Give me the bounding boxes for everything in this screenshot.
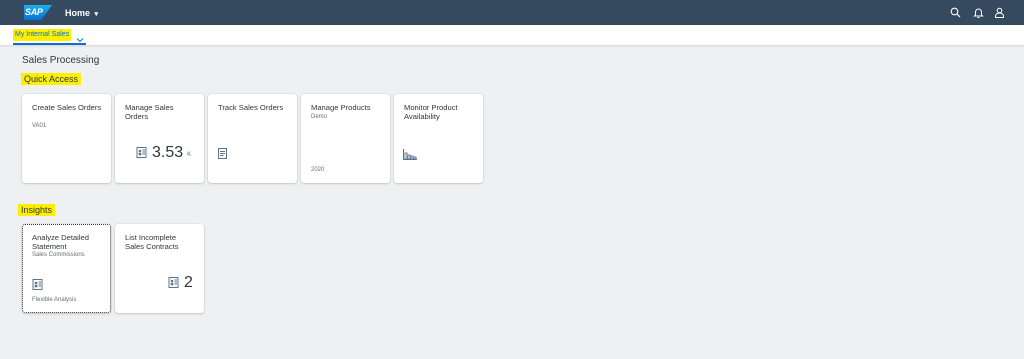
tile-footer: Flexible Analysis: [32, 297, 77, 303]
tile-subtitle: Sales Commissions: [32, 252, 85, 258]
tile-manage-products[interactable]: Manage Products Demo 2020: [301, 94, 390, 183]
sap-logo-text: SAP: [25, 7, 43, 17]
bell-icon[interactable]: [972, 6, 985, 19]
tile-title: Manage Sales Orders: [125, 103, 174, 121]
tile-title: Create Sales Orders: [32, 103, 102, 112]
sales-document-icon: [167, 276, 180, 289]
tile-monitor-product-availability[interactable]: Monitor Product Availability: [394, 94, 483, 183]
group-selector-label: My Internal Sales: [13, 29, 72, 41]
tile-subtitle: Demo: [311, 114, 328, 120]
kpi-value: 3.53: [152, 144, 184, 161]
group-selector[interactable]: My Internal Sales: [13, 28, 87, 45]
tile-list-incomplete-sales-contracts[interactable]: List Incomplete Sales Contracts 2: [115, 224, 204, 313]
tile-kpi: 3.53 K: [135, 144, 191, 161]
section-title: Sales Processing: [22, 55, 100, 66]
kpi-scale: K: [187, 152, 192, 158]
tile-analyze-detailed-statement[interactable]: Analyze Detailed Statement Sales Commiss…: [22, 224, 111, 313]
tile-manage-sales-orders[interactable]: Manage Sales Orders 3.53 K: [115, 94, 204, 183]
caret-down-icon: ▾: [94, 11, 99, 18]
group-selector-underline: [13, 43, 87, 45]
sales-document-icon: [135, 146, 148, 159]
list-document-icon: [216, 147, 229, 160]
factory-chart-icon: [402, 148, 418, 161]
user-icon[interactable]: [993, 6, 1006, 19]
group-title-insights: Insights: [18, 204, 56, 216]
sales-document-icon: [31, 278, 44, 291]
tile-title: Manage Products: [311, 103, 371, 112]
home-menu-label: Home: [65, 8, 91, 18]
search-icon[interactable]: [949, 6, 962, 19]
tile-kpi: 2: [167, 274, 193, 291]
shell-bar: SAP Home ▾: [0, 0, 1024, 25]
chevron-down-icon: [76, 31, 84, 43]
tile-subtitle: VA01: [32, 123, 47, 129]
tile-create-sales-orders[interactable]: Create Sales Orders VA01: [22, 94, 111, 183]
sub-header: My Internal Sales: [0, 25, 1024, 45]
tile-footer: 2020: [311, 167, 325, 173]
group-title-quick-access: Quick Access: [21, 73, 82, 85]
tile-title: Analyze Detailed Statement: [32, 233, 89, 251]
tile-title: Track Sales Orders: [218, 103, 284, 112]
tile-track-sales-orders[interactable]: Track Sales Orders: [208, 94, 297, 183]
home-menu-button[interactable]: Home ▾: [65, 6, 98, 20]
tile-title: Monitor Product Availability: [404, 103, 458, 121]
kpi-value: 2: [184, 274, 193, 291]
tile-title: List Incomplete Sales Contracts: [125, 233, 179, 251]
sap-logo[interactable]: SAP: [24, 5, 52, 20]
